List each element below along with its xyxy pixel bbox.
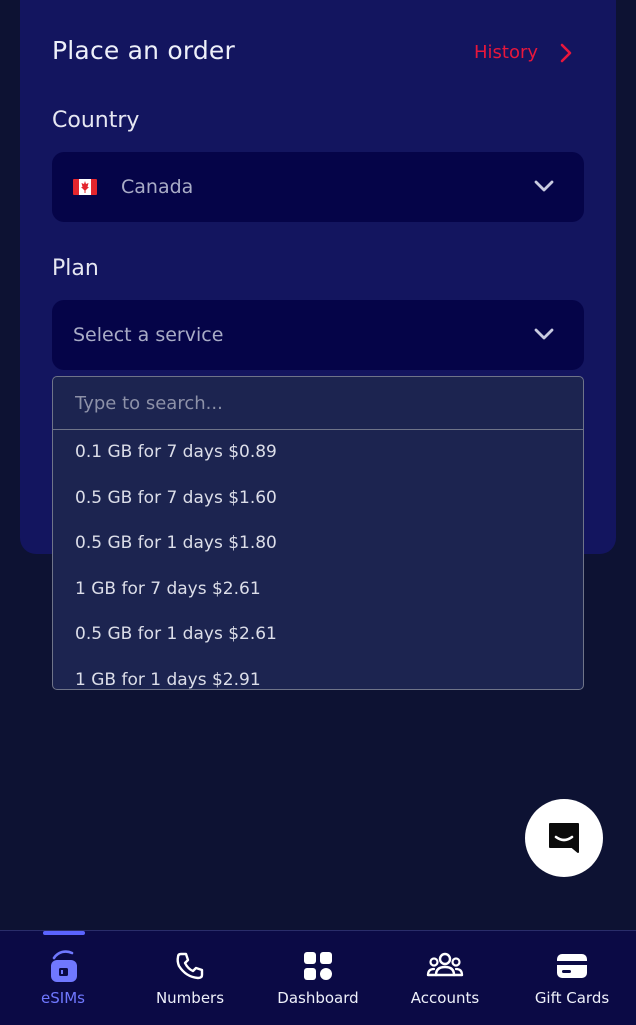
plan-option[interactable]: 0.5 GB for 1 days $1.80	[53, 521, 583, 567]
nav-label: eSIMs	[41, 989, 85, 1007]
gift-card-icon	[557, 954, 587, 978]
users-icon	[426, 952, 464, 977]
nav-label: Accounts	[410, 989, 480, 1007]
chat-support-button[interactable]	[525, 799, 603, 877]
nav-label: Numbers	[155, 989, 225, 1007]
plan-placeholder: Select a service	[73, 324, 224, 346]
search-box	[53, 377, 583, 430]
nav-item-esims[interactable]: eSIMs	[3, 949, 123, 1007]
plan-label: Plan	[52, 256, 99, 281]
page-title: Place an order	[52, 36, 235, 65]
nav-item-dashboard[interactable]: Dashboard	[258, 949, 378, 1007]
country-select[interactable]: Canada	[52, 152, 584, 222]
chevron-down-icon	[534, 328, 554, 340]
nav-item-accounts[interactable]: Accounts	[385, 949, 505, 1007]
plan-option[interactable]: 0.5 GB for 1 days $2.61	[53, 612, 583, 658]
canada-flag-icon	[73, 179, 97, 195]
nav-label: Gift Cards	[534, 989, 610, 1007]
history-link[interactable]: History	[474, 42, 572, 63]
bottom-nav: eSIMs Numbers Dashboard Accounts Gift Ca…	[0, 930, 636, 1025]
chevron-down-icon	[534, 180, 554, 192]
history-label: History	[474, 42, 539, 63]
chat-icon	[549, 823, 579, 853]
plan-select[interactable]: Select a service	[52, 300, 584, 370]
phone-icon	[176, 952, 204, 980]
nav-item-numbers[interactable]: Numbers	[130, 949, 250, 1007]
nav-label: Dashboard	[277, 989, 359, 1007]
dashboard-grid-icon	[304, 952, 332, 980]
plan-option[interactable]: 0.1 GB for 7 days $0.89	[53, 430, 583, 476]
sim-card-icon	[51, 950, 77, 982]
nav-item-gift-cards[interactable]: Gift Cards	[512, 949, 632, 1007]
plan-dropdown: 0.1 GB for 7 days $0.89 0.5 GB for 7 day…	[52, 376, 584, 690]
country-label: Country	[52, 108, 140, 133]
plan-option[interactable]: 0.5 GB for 7 days $1.60	[53, 476, 583, 522]
country-value: Canada	[121, 176, 194, 198]
plan-option[interactable]: 1 GB for 1 days $2.91	[53, 658, 583, 690]
plan-option[interactable]: 1 GB for 7 days $2.61	[53, 567, 583, 613]
active-tab-indicator	[43, 931, 85, 935]
chevron-right-icon	[560, 43, 572, 62]
search-input[interactable]	[53, 377, 583, 429]
